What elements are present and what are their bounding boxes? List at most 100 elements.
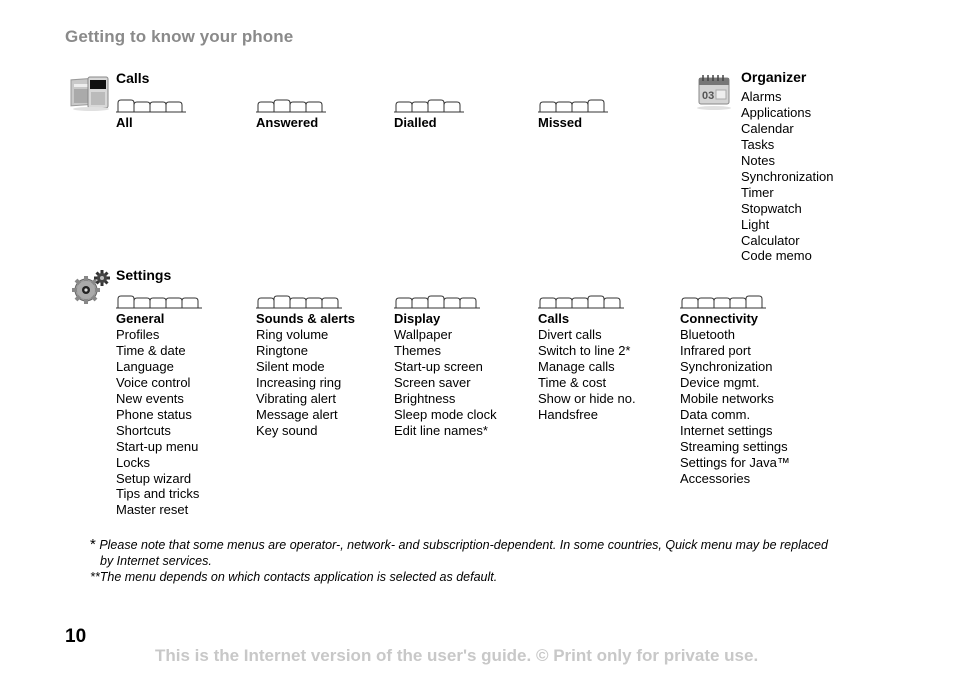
active-tab-mark — [273, 295, 291, 308]
calls-tab-answered: Answered — [256, 98, 326, 131]
menu-item: Stopwatch — [741, 200, 802, 216]
calls-phone-icon — [69, 72, 113, 112]
active-tab-mark — [745, 295, 763, 308]
tab-label: Calls — [538, 311, 570, 326]
menu-item: Handsfree — [538, 406, 598, 422]
menu-item: Accessories — [680, 470, 751, 486]
menu-item: Ring volume — [256, 326, 329, 342]
footnote-1-text: Please note that some menus are operator… — [95, 538, 828, 552]
tab-mark — [181, 297, 199, 308]
active-tab-mark — [587, 99, 605, 112]
tab-mark — [165, 101, 183, 112]
tab-mark — [443, 297, 461, 308]
page-title: Getting to know your phone — [65, 27, 294, 46]
tab-mark — [539, 297, 557, 308]
organizer-items: Alarms Applications Calendar Tasks Notes Sync… — [741, 89, 834, 264]
tab-mark — [305, 297, 323, 308]
menu-item: Time & cost — [538, 374, 607, 390]
menu-item: Message alert — [256, 406, 338, 422]
menu-item: Brightness — [394, 390, 456, 406]
menu-item: Tasks — [741, 136, 775, 152]
tab-label: All — [116, 115, 133, 130]
tab-mark — [555, 297, 573, 308]
menu-item: Applications — [741, 104, 812, 120]
organizer-menu: Organizer Alarms Applications Calendar Task… — [741, 69, 834, 264]
menu-item: Language — [116, 358, 174, 374]
menu-item: Code memo — [741, 248, 812, 264]
tab-mark — [411, 297, 429, 308]
active-tab-mark — [587, 295, 605, 308]
calls-tab-dialled: Dialled — [394, 98, 464, 131]
tab-indicator-icon — [538, 294, 636, 310]
tab-items: Profiles Time & date Language Voice control… — [116, 327, 202, 518]
menu-item: Start-up screen — [394, 358, 483, 374]
menu-item: Manage calls — [538, 358, 615, 374]
copyright-notice: This is the Internet version of the user… — [155, 646, 759, 665]
tab-mark — [305, 101, 323, 112]
menu-item: Calendar — [741, 120, 794, 136]
tab-label: General — [116, 311, 165, 326]
tab-mark — [539, 101, 557, 112]
menu-item: Data comm. — [680, 406, 751, 422]
menu-item: Voice control — [116, 374, 191, 390]
tab-indicator-icon — [394, 98, 464, 114]
menu-item: Setup wizard — [116, 470, 192, 486]
menu-item: Edit line names* — [394, 422, 488, 438]
tab-mark — [571, 101, 589, 112]
tab-mark — [257, 101, 275, 112]
tab-mark — [289, 101, 307, 112]
menu-item: Switch to line 2* — [538, 342, 631, 358]
footnotes: * Please note that some menus are operat… — [90, 537, 910, 585]
menu-item: Mobile networks — [680, 390, 774, 406]
menu-item: Light — [741, 216, 770, 232]
calls-tab-missed: Missed — [538, 98, 608, 131]
tab-items: Ring volume Ringtone Silent mode Increasing… — [256, 327, 355, 439]
menu-item: Alarms — [741, 88, 782, 104]
organizer-section-title: Organizer — [741, 69, 807, 85]
active-tab-mark — [273, 99, 291, 112]
menu-item: Show or hide no. — [538, 390, 636, 406]
active-tab-mark — [427, 295, 445, 308]
menu-item: Calculator — [741, 232, 800, 248]
menu-item: Notes — [741, 152, 775, 168]
menu-item: Profiles — [116, 326, 160, 342]
tab-mark — [411, 101, 429, 112]
tab-mark — [729, 297, 747, 308]
menu-item: Key sound — [256, 422, 318, 438]
tab-indicator-icon — [538, 98, 608, 114]
settings-tab-general: General Profiles Time & date Language Voice… — [116, 294, 202, 518]
tab-items: Wallpaper Themes Start-up screen Screen sav… — [394, 327, 497, 439]
menu-item: Wallpaper — [394, 326, 453, 342]
tab-mark — [133, 297, 151, 308]
menu-item: New events — [116, 390, 184, 406]
settings-tab-connectivity: Connectivity Bluetooth Infrared port Synch… — [680, 294, 790, 486]
menu-item: Divert calls — [538, 326, 602, 342]
tab-mark — [713, 297, 731, 308]
menu-item: Time & date — [116, 342, 186, 358]
tab-mark — [321, 297, 339, 308]
footnote-1: * Please note that some menus are operat… — [90, 537, 828, 553]
calendar-icon: 03 — [694, 72, 738, 112]
menu-item: Shortcuts — [116, 422, 171, 438]
active-tab-mark — [117, 99, 135, 112]
menu-item: Themes — [394, 342, 441, 358]
menu-item: Silent mode — [256, 358, 325, 374]
menu-item: Master reset — [116, 502, 189, 518]
tab-mark — [603, 297, 621, 308]
settings-tab-sounds-alerts: Sounds & alerts Ring volume Ringtone Silen… — [256, 294, 355, 439]
tab-label: Sounds & alerts — [256, 311, 355, 326]
settings-tab-display: Display Wallpaper Themes Start-up screen Sc… — [394, 294, 497, 439]
menu-item: Start-up menu — [116, 438, 199, 454]
tab-mark — [257, 297, 275, 308]
page-number: 10 — [65, 626, 87, 647]
tab-mark — [571, 297, 589, 308]
tab-mark — [289, 297, 307, 308]
gears-icon — [69, 268, 113, 308]
tab-mark — [395, 101, 413, 112]
tab-mark — [681, 297, 699, 308]
tab-indicator-icon — [680, 294, 790, 310]
svg-text:03: 03 — [702, 90, 714, 102]
tab-label: Dialled — [394, 115, 437, 130]
tab-mark — [459, 297, 477, 308]
tab-mark — [133, 101, 151, 112]
